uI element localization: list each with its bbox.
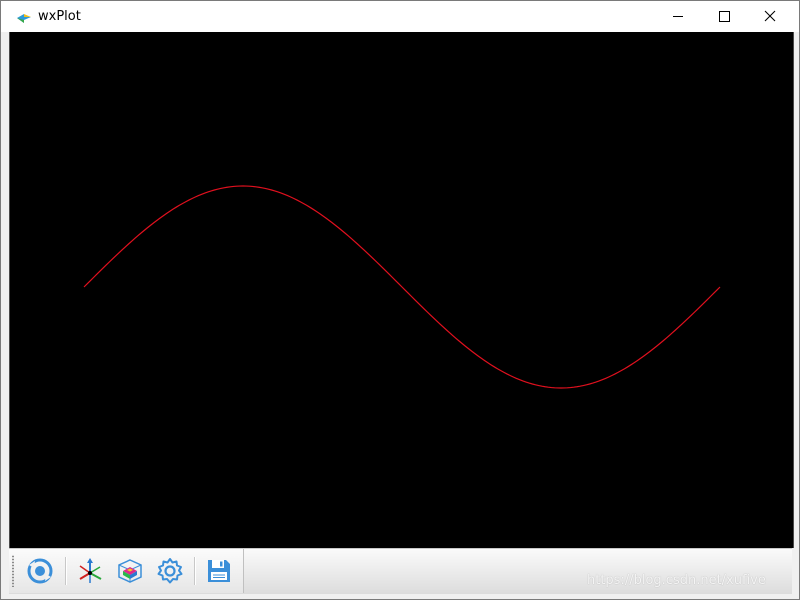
settings-button[interactable]: [154, 556, 186, 586]
window-title: wxPlot: [38, 9, 81, 24]
close-icon: [764, 10, 776, 22]
close-button[interactable]: [747, 1, 793, 32]
app-logo-icon: [15, 8, 33, 26]
minimize-icon: [673, 16, 683, 17]
minimize-button[interactable]: [655, 1, 701, 32]
gear-icon: [157, 558, 183, 584]
toolbar-separator: [194, 557, 196, 585]
reset-view-button[interactable]: [24, 556, 56, 586]
floppy-disk-icon: [208, 560, 230, 582]
title-bar[interactable]: wxPlot: [1, 1, 799, 32]
orbit-reset-icon: [27, 558, 53, 584]
maximize-button[interactable]: [701, 1, 747, 32]
save-button[interactable]: [203, 556, 235, 586]
plot-svg: [83, 185, 721, 389]
toolbar: [9, 549, 244, 593]
toolbar-separator: [65, 557, 67, 585]
axes-button[interactable]: [74, 556, 106, 586]
bounding-box-button[interactable]: [114, 556, 146, 586]
toolbar-grip[interactable]: [12, 555, 14, 587]
rgb-cube-icon: [118, 559, 142, 583]
plot-canvas[interactable]: [9, 32, 794, 548]
sine-series-line: [83, 185, 721, 389]
watermark: https://blog.csdn.net/xufive: [587, 573, 766, 588]
maximize-icon: [719, 11, 730, 22]
app-window: wxPlot https://blog.csdn.net/xufive: [0, 0, 800, 600]
xyz-axes-icon: [79, 558, 102, 583]
